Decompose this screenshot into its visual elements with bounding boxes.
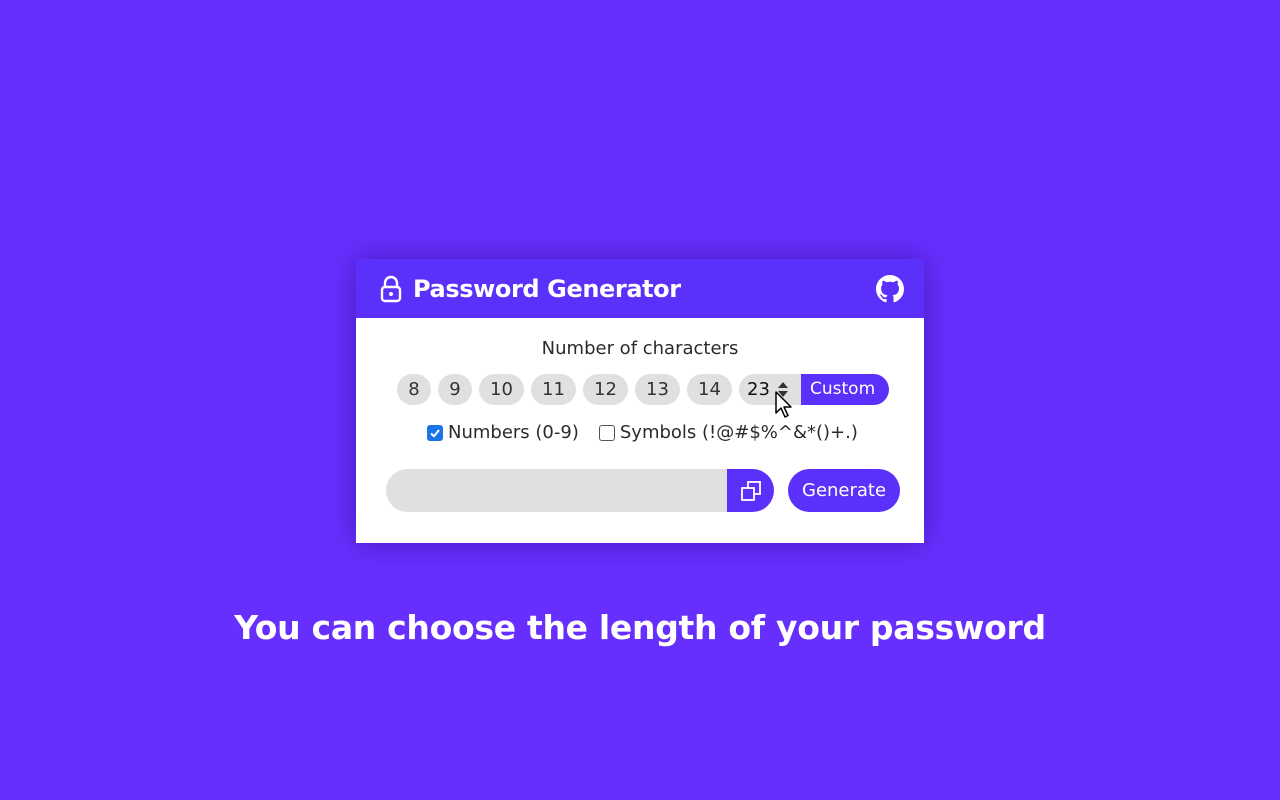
numbers-option[interactable]: Numbers (0-9) — [427, 422, 579, 443]
length-option-9[interactable]: 9 — [438, 374, 472, 405]
length-option-8[interactable]: 8 — [397, 374, 431, 405]
lock-icon — [380, 275, 402, 303]
length-option-10[interactable]: 10 — [479, 374, 524, 405]
length-option-13[interactable]: 13 — [635, 374, 680, 405]
checkmark-icon — [430, 428, 440, 438]
custom-button[interactable]: Custom — [801, 374, 890, 405]
popup-header: Password Generator — [356, 259, 924, 318]
character-options: Numbers (0-9) Symbols (!@#$%^&*()+.) — [427, 422, 878, 443]
copy-button[interactable] — [727, 469, 774, 512]
number-spinner — [777, 379, 789, 401]
github-icon[interactable] — [876, 274, 904, 303]
generate-button[interactable]: Generate — [788, 469, 901, 512]
output-row: Generate — [386, 469, 901, 512]
numbers-checkbox[interactable] — [427, 424, 443, 441]
password-generator-popup: Password Generator Number of characters … — [356, 259, 924, 543]
app-title: Password Generator — [413, 274, 681, 303]
screenshot-stage: Password Generator Number of characters … — [0, 0, 1280, 800]
length-options: 8 9 10 11 12 13 14 23 Custom — [397, 374, 890, 405]
length-option-14[interactable]: 14 — [687, 374, 732, 405]
numbers-label: Numbers (0-9) — [448, 422, 579, 443]
spin-down-arrow-icon[interactable] — [778, 391, 788, 397]
length-option-11[interactable]: 11 — [531, 374, 576, 405]
spin-up-arrow-icon[interactable] — [778, 382, 788, 388]
custom-length-value: 23 — [747, 379, 770, 400]
custom-length-input[interactable]: 23 — [739, 374, 801, 405]
custom-length-group: 23 Custom — [739, 374, 890, 405]
copy-icon — [740, 480, 761, 501]
symbols-label: Symbols (!@#$%^&*()+.) — [619, 422, 858, 443]
symbols-checkbox[interactable] — [598, 424, 615, 441]
promo-caption: You can choose the length of your passwo… — [234, 608, 1046, 647]
length-label: Number of characters — [541, 338, 739, 359]
symbols-option[interactable]: Symbols (!@#$%^&*()+.) — [598, 422, 858, 443]
length-option-12[interactable]: 12 — [583, 374, 628, 405]
password-output-group — [386, 469, 774, 512]
password-output-field[interactable] — [386, 469, 727, 512]
